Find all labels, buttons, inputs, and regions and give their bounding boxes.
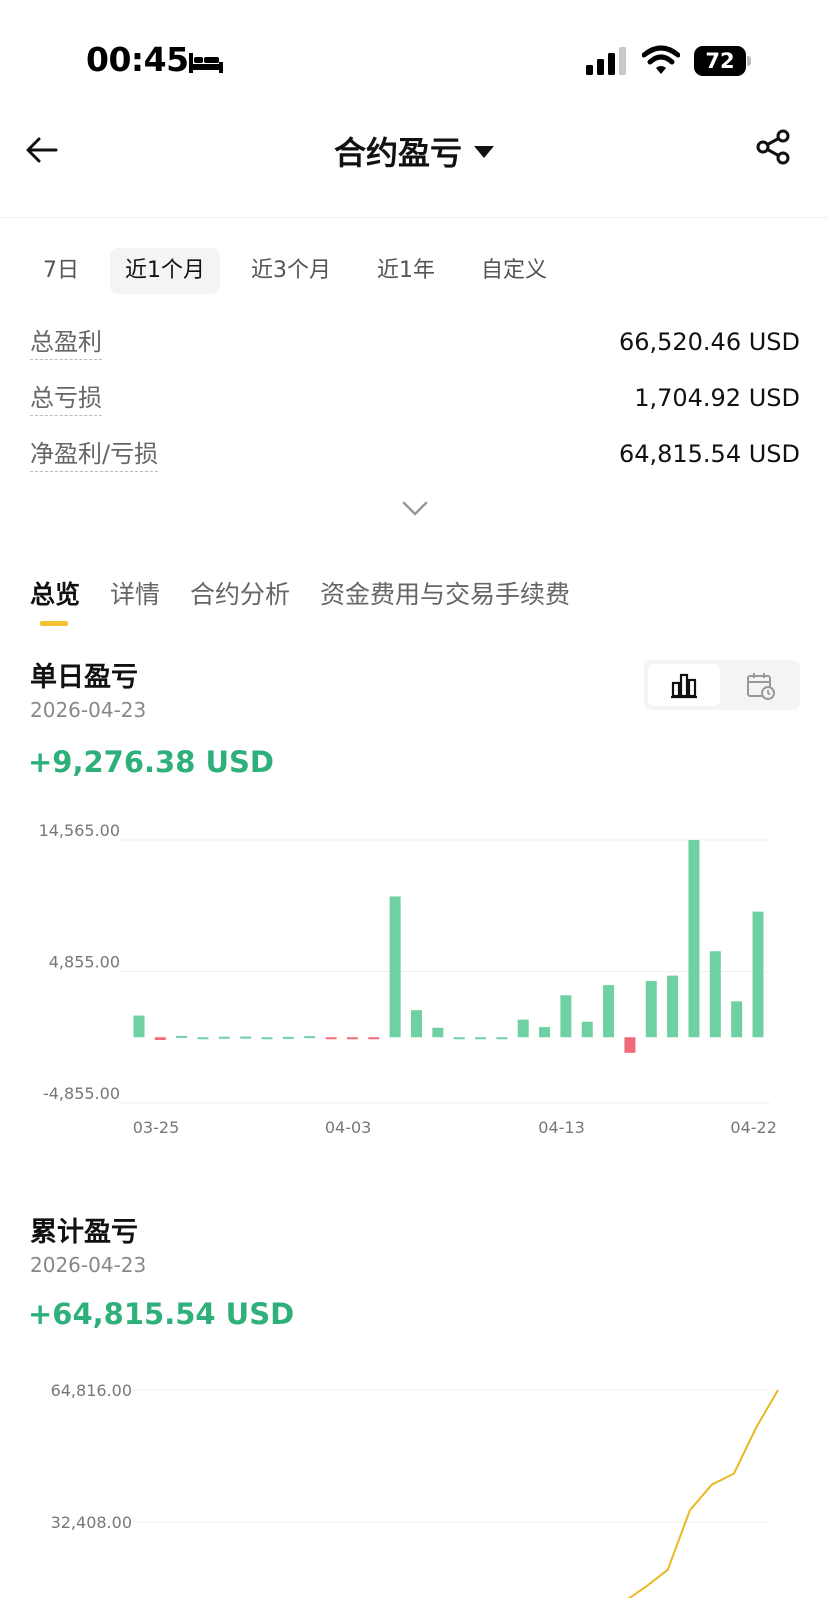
daily-bar[interactable] bbox=[176, 1035, 188, 1038]
y-tick-label: 4,855.00 bbox=[49, 953, 120, 972]
summary-label[interactable]: 总盈利 bbox=[30, 325, 102, 360]
section-tab-0[interactable]: 总览 bbox=[30, 575, 81, 626]
daily-bar[interactable] bbox=[560, 995, 572, 1038]
daily-bar[interactable] bbox=[218, 1036, 230, 1039]
section-tab-3[interactable]: 资金费用与交易手续费 bbox=[320, 575, 570, 623]
summary-value: 1,704.92 USD bbox=[634, 384, 800, 412]
section-tab-label: 合约分析 bbox=[190, 580, 291, 609]
summary-value: 66,520.46 USD bbox=[618, 328, 800, 356]
daily-bar[interactable] bbox=[282, 1036, 294, 1039]
daily-bar[interactable] bbox=[133, 1015, 145, 1038]
daily-bar[interactable] bbox=[731, 1001, 743, 1038]
section-tab-1[interactable]: 详情 bbox=[110, 575, 160, 623]
cumulative-pnl-amount: +64,815.54 USD bbox=[28, 1297, 295, 1331]
daily-bar[interactable] bbox=[304, 1036, 316, 1039]
wifi-icon bbox=[642, 45, 680, 74]
daily-bar[interactable] bbox=[752, 911, 764, 1038]
cumulative-pnl-chart: 64,816.00 32,408.00 bbox=[51, 1381, 779, 1598]
battery-level: 72 bbox=[694, 46, 746, 76]
daily-bar[interactable] bbox=[453, 1037, 465, 1040]
daily-bar[interactable] bbox=[496, 1037, 508, 1040]
daily-bar[interactable] bbox=[645, 981, 657, 1038]
x-tick-label: 04-13 bbox=[538, 1118, 585, 1137]
x-tick-label: 04-03 bbox=[325, 1118, 372, 1137]
daily-bar[interactable] bbox=[539, 1027, 551, 1038]
bar-chart-icon bbox=[671, 673, 697, 699]
calendar-clock-icon bbox=[747, 673, 775, 700]
page-title: 合约盈亏 bbox=[333, 134, 462, 172]
section-tab-label: 详情 bbox=[110, 580, 161, 609]
daily-bar[interactable] bbox=[603, 985, 615, 1038]
period-tab-4[interactable]: 自定义 bbox=[466, 248, 562, 294]
cellular-signal-icon bbox=[586, 47, 626, 75]
daily-bar[interactable] bbox=[197, 1037, 209, 1040]
bar-view-button[interactable] bbox=[648, 664, 720, 706]
daily-pnl-chart: 14,565.00 4,855.00 -4,855.00 03-25 04-03 04-1… bbox=[39, 821, 777, 1137]
summary-value: 64,815.54 USD bbox=[618, 440, 800, 468]
daily-bar[interactable] bbox=[154, 1037, 166, 1040]
page-title-dropdown[interactable]: 合约盈亏 bbox=[0, 128, 828, 174]
daily-bar[interactable] bbox=[624, 1037, 636, 1053]
daily-pnl-date: 2026-04-23 bbox=[30, 698, 147, 722]
active-tab-indicator bbox=[40, 621, 68, 626]
chart-view-toggle bbox=[644, 660, 800, 710]
share-icon[interactable] bbox=[755, 128, 791, 166]
caret-down-icon bbox=[474, 146, 494, 158]
section-tab-label: 资金费用与交易手续费 bbox=[320, 580, 571, 609]
status-time: 00:45 bbox=[86, 40, 189, 79]
daily-bar[interactable] bbox=[240, 1036, 252, 1039]
period-tabs: 7日 近1个月 近3个月 近1年 自定义 bbox=[28, 248, 578, 294]
period-tab-3[interactable]: 近1年 bbox=[362, 248, 450, 294]
sleep-focus-icon bbox=[189, 53, 223, 73]
battery-tip bbox=[747, 56, 751, 66]
y-tick-label: -4,855.00 bbox=[43, 1084, 120, 1103]
daily-bar[interactable] bbox=[475, 1037, 487, 1040]
daily-bar[interactable] bbox=[261, 1037, 273, 1040]
summary-row: 净盈利/亏损 64,815.54 USD bbox=[30, 434, 800, 474]
y-tick-label: 32,408.00 bbox=[51, 1513, 132, 1532]
calendar-view-button[interactable] bbox=[724, 664, 796, 706]
daily-bar[interactable] bbox=[410, 1010, 422, 1038]
summary-label[interactable]: 总亏损 bbox=[30, 381, 102, 416]
y-tick-label: 14,565.00 bbox=[39, 821, 120, 840]
section-tab-label: 总览 bbox=[30, 580, 81, 609]
section-tabs: 总览 详情 合约分析 资金费用与交易手续费 bbox=[30, 575, 600, 626]
daily-bar[interactable] bbox=[667, 975, 679, 1038]
daily-bar[interactable] bbox=[709, 951, 721, 1038]
summary-row: 总盈利 66,520.46 USD bbox=[30, 322, 800, 362]
section-tab-2[interactable]: 合约分析 bbox=[190, 575, 290, 623]
daily-pnl-title: 单日盈亏 bbox=[30, 662, 138, 693]
cumulative-line bbox=[627, 1389, 779, 1598]
y-tick-label: 64,816.00 bbox=[51, 1381, 132, 1400]
summary-row: 总亏损 1,704.92 USD bbox=[30, 378, 800, 418]
daily-bar[interactable] bbox=[517, 1019, 529, 1038]
x-tick-label: 04-22 bbox=[730, 1118, 777, 1137]
period-tab-2[interactable]: 近3个月 bbox=[236, 248, 346, 294]
period-tab-0[interactable]: 7日 bbox=[28, 248, 94, 294]
daily-pnl-amount: +9,276.38 USD bbox=[28, 745, 275, 779]
period-tab-1[interactable]: 近1个月 bbox=[110, 248, 220, 294]
battery-indicator: 72 bbox=[694, 46, 751, 76]
status-bar: 00:45 72 bbox=[0, 0, 828, 110]
daily-bar[interactable] bbox=[581, 1021, 593, 1038]
daily-bar[interactable] bbox=[346, 1037, 358, 1040]
daily-bar[interactable] bbox=[688, 840, 700, 1038]
daily-bar[interactable] bbox=[389, 896, 401, 1038]
daily-bar[interactable] bbox=[432, 1027, 444, 1038]
cumulative-pnl-date: 2026-04-23 bbox=[30, 1253, 147, 1277]
cumulative-pnl-title: 累计盈亏 bbox=[30, 1217, 138, 1248]
summary-label[interactable]: 净盈利/亏损 bbox=[30, 437, 159, 472]
daily-bar[interactable] bbox=[325, 1037, 337, 1040]
nav-bar: 合约盈亏 bbox=[0, 110, 828, 218]
x-tick-label: 03-25 bbox=[133, 1118, 180, 1137]
chevron-down-icon[interactable] bbox=[402, 500, 428, 518]
daily-bar[interactable] bbox=[368, 1037, 380, 1040]
